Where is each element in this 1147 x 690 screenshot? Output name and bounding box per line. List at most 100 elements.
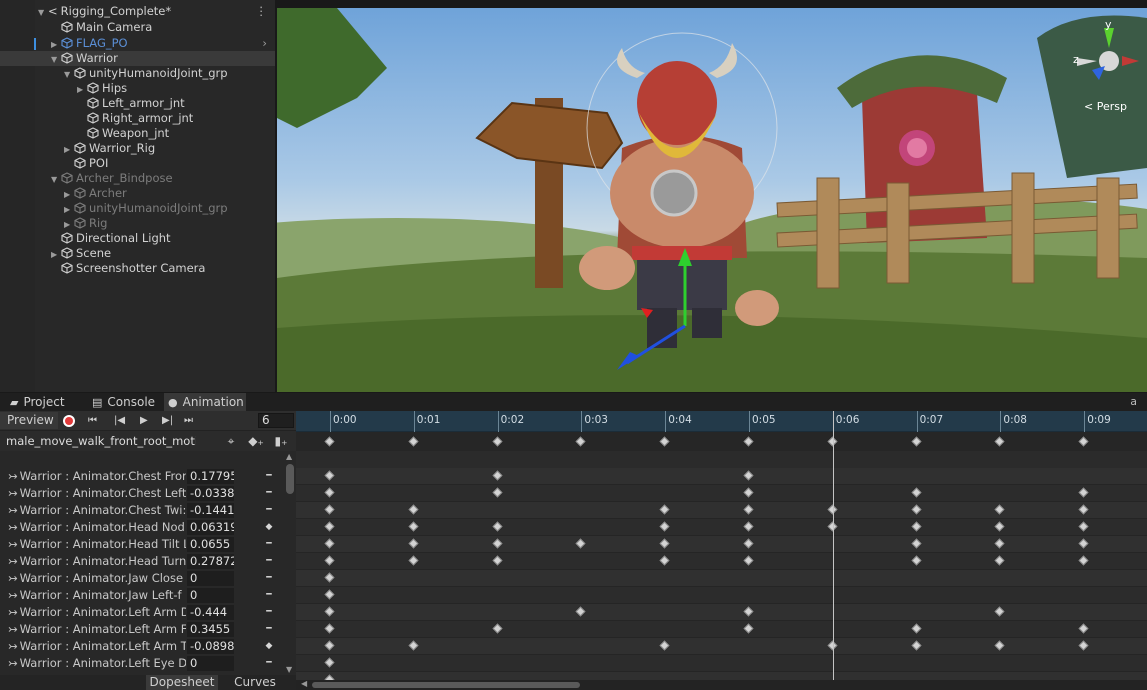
property-value-field[interactable]: 0 — [187, 588, 234, 603]
foldout-arrow-icon[interactable]: ▼ — [51, 52, 61, 67]
preview-button[interactable]: Preview — [0, 412, 58, 429]
property-row[interactable]: ↣ Warrior : Animator.Left Arm Fi 0.3455 ━ — [0, 621, 296, 638]
tab-dopesheet[interactable]: Dopesheet — [146, 675, 218, 690]
property-row[interactable]: ↣ Warrior : Animator.Chest Fror 0.17795 ━ — [0, 468, 296, 485]
foldout-arrow-icon[interactable]: ▼ — [64, 67, 74, 82]
keyframe-diamond[interactable] — [743, 538, 754, 549]
keyframe-diamond[interactable] — [492, 623, 503, 634]
hierarchy-item[interactable]: ▶ Scene — [0, 246, 275, 261]
keyframe-diamond[interactable] — [324, 589, 335, 600]
property-value-field[interactable]: 0.06319 — [187, 520, 234, 535]
keyframe-toggle-icon[interactable]: ━ — [263, 655, 275, 672]
keyframe-toggle-icon[interactable]: ━ — [263, 502, 275, 519]
keyframe-diamond[interactable] — [1078, 538, 1089, 549]
keyframe-toggle-icon[interactable]: ━ — [263, 485, 275, 502]
keyframe-diamond[interactable] — [1078, 487, 1089, 498]
persp-label[interactable]: < Persp — [1084, 100, 1127, 113]
keyframe-diamond[interactable] — [994, 606, 1005, 617]
timeline-scrollbar[interactable]: ◀ — [296, 679, 1147, 690]
property-row[interactable]: ↣ Warrior : Animator.Head Turn 0.27872 ━ — [0, 553, 296, 570]
scene-view[interactable]: y z < Persp — [277, 8, 1147, 392]
keyframe-diamond[interactable] — [492, 487, 503, 498]
keyframe-diamond[interactable] — [743, 521, 754, 532]
property-row[interactable]: ↣ Warrior : Animator.Left Arm D -0.444 ━ — [0, 604, 296, 621]
play-button[interactable]: ▶ — [140, 412, 154, 429]
chevron-right-icon[interactable]: › — [262, 36, 267, 51]
property-row[interactable]: ↣ Warrior : Animator.Chest Left -0.0338 ━ — [0, 485, 296, 502]
scroll-left-icon[interactable]: ◀ — [301, 679, 307, 688]
hierarchy-item[interactable]: Directional Light — [0, 231, 275, 246]
keyframe-diamond[interactable] — [575, 436, 586, 447]
hierarchy-item[interactable]: ▶ FLAG_PO › — [0, 36, 275, 51]
keyframe-diamond[interactable] — [994, 640, 1005, 651]
hierarchy-item[interactable]: ▶ unityHumanoidJoint_grp — [0, 201, 275, 216]
keyframe-diamond[interactable] — [994, 555, 1005, 566]
keyframe-diamond[interactable] — [1078, 640, 1089, 651]
property-row[interactable]: ↣ Warrior : Animator.Chest Twi: -0.1441 ━ — [0, 502, 296, 519]
hierarchy-item[interactable]: ▼ Archer_Bindpose — [0, 171, 275, 186]
tab-project[interactable]: ▰ Project — [6, 393, 80, 411]
playhead[interactable] — [832, 411, 834, 690]
hierarchy-item[interactable]: ▼ unityHumanoidJoint_grp — [0, 66, 275, 81]
foldout-arrow-icon[interactable]: ▼ — [38, 5, 48, 20]
hierarchy-item[interactable]: Main Camera — [0, 20, 275, 35]
property-value-field[interactable]: -0.0898 — [187, 639, 234, 654]
keyframe-diamond[interactable] — [324, 555, 335, 566]
keyframe-diamond[interactable] — [408, 504, 419, 515]
kebab-menu-icon[interactable]: ⋮ — [256, 4, 268, 19]
keyframe-diamond[interactable] — [324, 606, 335, 617]
keyframe-diamond[interactable] — [492, 555, 503, 566]
foldout-arrow-icon[interactable]: ▶ — [51, 247, 61, 262]
keyframe-diamond[interactable] — [324, 623, 335, 634]
foldout-arrow-icon[interactable]: ▶ — [64, 187, 74, 202]
property-value-field[interactable]: 0.17795 — [187, 469, 234, 484]
keyframe-toggle-icon[interactable]: ━ — [263, 553, 275, 570]
keyframe-diamond[interactable] — [743, 470, 754, 481]
keyframe-diamond[interactable] — [575, 538, 586, 549]
keyframe-diamond[interactable] — [324, 504, 335, 515]
hierarchy-item[interactable]: Left_armor_jnt — [0, 96, 275, 111]
foldout-arrow-icon[interactable]: ▶ — [64, 202, 74, 217]
keyframe-toggle-icon[interactable]: ◆ — [263, 519, 275, 536]
keyframe-diamond[interactable] — [492, 521, 503, 532]
keyframe-toggle-icon[interactable]: ━ — [263, 536, 275, 553]
keyframe-diamond[interactable] — [1078, 555, 1089, 566]
scroll-down-icon[interactable]: ▼ — [286, 665, 292, 674]
foldout-arrow-icon[interactable]: ▼ — [51, 172, 61, 187]
keyframe-diamond[interactable] — [743, 555, 754, 566]
property-row[interactable]: ↣ Warrior : Animator.Head Nod 0.06319 ◆ — [0, 519, 296, 536]
keyframe-diamond[interactable] — [324, 470, 335, 481]
property-value-field[interactable]: 0 — [187, 656, 234, 671]
keyframe-diamond[interactable] — [911, 436, 922, 447]
keyframe-toggle-icon[interactable]: ━ — [263, 621, 275, 638]
timeline-ruler[interactable]: 0:00 0:01 0:02 0:03 0:04 0:05 0:06 0:07 0:08 0:09 — [296, 411, 1147, 432]
foldout-arrow-icon[interactable]: ▶ — [64, 142, 74, 157]
first-keyframe-button[interactable]: ⏮ — [88, 412, 102, 429]
property-value-field[interactable]: 0.27872 — [187, 554, 234, 569]
keyframe-toggle-icon[interactable]: ━ — [263, 570, 275, 587]
property-value-field[interactable]: -0.0338 — [187, 486, 234, 501]
keyframe-diamond[interactable] — [911, 555, 922, 566]
hierarchy-item[interactable]: ▶ Warrior_Rig — [0, 141, 275, 156]
hierarchy-item[interactable]: ▼ Warrior — [0, 51, 275, 66]
hierarchy-item[interactable]: Right_armor_jnt — [0, 111, 275, 126]
property-value-field[interactable]: 0.3455 — [187, 622, 234, 637]
filter-by-selection-button[interactable]: ⌖ — [222, 433, 240, 450]
keyframe-diamond[interactable] — [408, 521, 419, 532]
foldout-arrow-icon[interactable]: ▶ — [51, 37, 61, 52]
keyframe-toggle-icon[interactable]: ◆ — [263, 638, 275, 655]
clip-dropdown[interactable]: male_move_walk_front_root_motic▾ — [6, 433, 196, 450]
keyframe-diamond[interactable] — [408, 640, 419, 651]
keyframe-toggle-icon[interactable]: ━ — [263, 587, 275, 604]
keyframe-diamond[interactable] — [324, 538, 335, 549]
keyframe-diamond[interactable] — [1078, 521, 1089, 532]
frame-input[interactable]: 6 — [258, 413, 294, 428]
property-value-field[interactable]: 0.0655 — [187, 537, 234, 552]
hierarchy-item[interactable]: ▶ Archer — [0, 186, 275, 201]
keyframe-diamond[interactable] — [324, 521, 335, 532]
scrollbar-thumb[interactable] — [286, 464, 294, 494]
add-event-button[interactable]: ▮₊ — [272, 433, 290, 450]
keyframe-diamond[interactable] — [324, 657, 335, 668]
lock-icon[interactable]: a — [1130, 395, 1137, 408]
keyframe-diamond[interactable] — [743, 606, 754, 617]
